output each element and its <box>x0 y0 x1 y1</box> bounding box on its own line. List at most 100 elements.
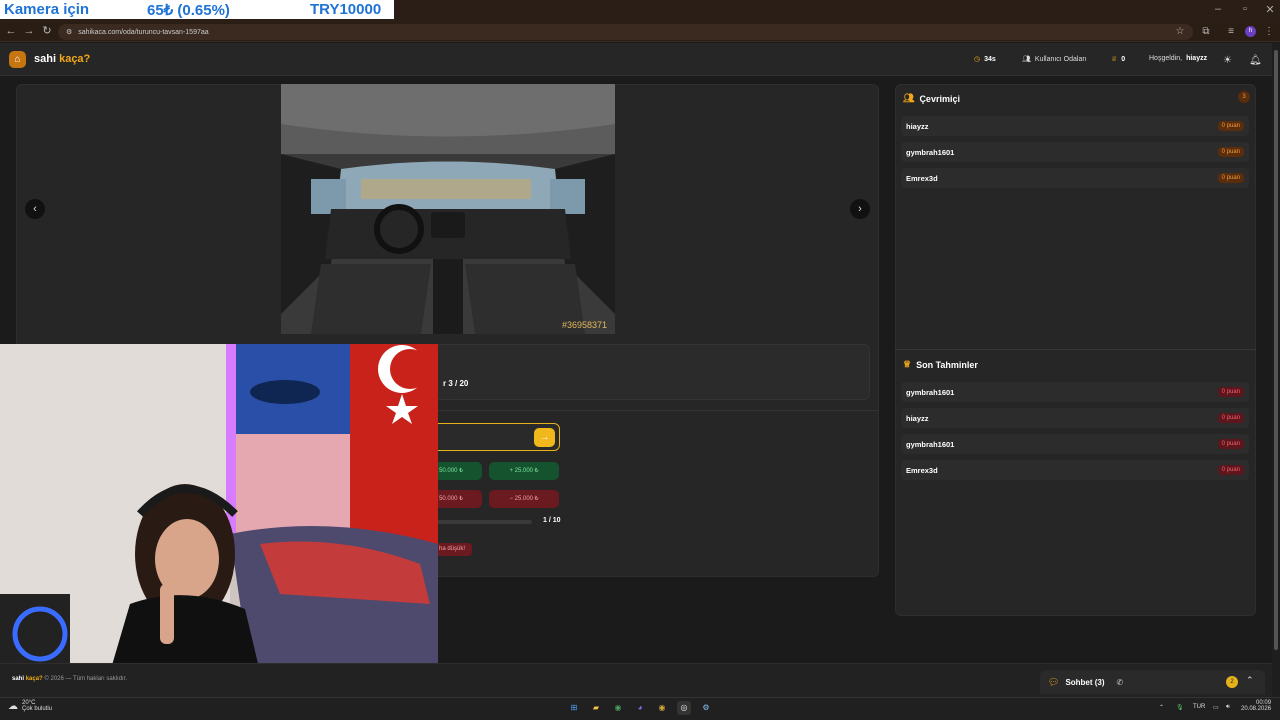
guess-counter: 1 / 10 <box>543 517 561 524</box>
recent-guess-row: gymbrah1601 0 puan <box>901 434 1249 454</box>
welcome-prefix: Hoşgeldin, <box>1149 55 1183 62</box>
online-user-points: 0 puan <box>1217 121 1244 131</box>
streamer-webcam <box>0 344 438 672</box>
scrollbar-thumb[interactable] <box>1274 50 1278 650</box>
recent-guess-name: Emrex3d <box>906 465 938 475</box>
chevron-up-icon[interactable]: ⌃ <box>1246 675 1254 686</box>
welcome-user[interactable]: Hoşgeldin, hiayzz <box>1149 55 1207 62</box>
profile-avatar[interactable]: h <box>1245 26 1256 37</box>
users-icon: 👥︎ <box>903 93 915 103</box>
footer-brand1: sahi <box>12 676 25 682</box>
windows-start-icon[interactable]: ⊞ <box>567 701 581 715</box>
media-icon[interactable]: ≡ <box>1224 25 1238 39</box>
back-icon[interactable]: ← <box>4 24 18 38</box>
online-user-name: hiayzz <box>906 121 929 131</box>
user-rooms-label: Kullanıcı Odaları <box>1034 55 1087 63</box>
online-title: Çevrimiçi <box>919 93 960 104</box>
home-icon[interactable]: ⌂ <box>9 51 26 68</box>
mic-icon[interactable]: 🎙︎ <box>1176 704 1184 711</box>
recent-guess-points: 0 puan <box>1217 387 1244 397</box>
trophy-icon: ♕ <box>903 359 912 369</box>
timer-value: 34s <box>984 55 996 63</box>
online-header: 👥︎ Çevrimiçi <box>903 93 960 104</box>
volume-icon[interactable]: 🔊︎ <box>1226 704 1230 711</box>
weather-widget[interactable]: ☁ 20°C Çok bulutlu <box>8 700 52 712</box>
recent-guess-points: 0 puan <box>1217 413 1244 423</box>
phone-icon[interactable]: ✆ <box>1117 678 1124 687</box>
online-user-points: 0 puan <box>1217 173 1244 183</box>
online-user-row: gymbrah1601 0 puan <box>901 142 1249 162</box>
chat-label: Sohbet (3) <box>1065 677 1105 687</box>
url-text: sahikaca.com/oda/turuncu-tavsan-1597aa <box>78 28 209 36</box>
reload-icon[interactable]: ↻ <box>40 24 54 38</box>
recent-guess-row: gymbrah1601 0 puan <box>901 382 1249 402</box>
recent-guess-row: hiayzz 0 puan <box>901 408 1249 428</box>
minimize-icon[interactable]: – <box>1210 3 1226 15</box>
theme-toggle-icon[interactable]: ☀ <box>1223 55 1232 66</box>
car-photo: #36958371 <box>281 84 615 334</box>
chat-bubble-icon: 💬︎ <box>1048 676 1060 687</box>
footer-copyright: sahi kaça? © 2026 — Tüm hakları saklıdır… <box>12 676 127 682</box>
score-value: 0 <box>1121 55 1126 63</box>
round-progress: r 3 / 20 <box>443 379 469 388</box>
submit-guess-button[interactable]: → <box>534 428 555 447</box>
extensions-icon[interactable]: ⧉ <box>1199 25 1213 39</box>
decrease-25000-button[interactable]: − 25.000 ₺ <box>489 490 559 508</box>
overlay-middle-text: 65₺ (0.65%) <box>147 1 230 19</box>
chat-toggle[interactable]: 💬︎ Sohbet (3) ✆ 2 ⌃ <box>1040 670 1265 694</box>
hint-badge: ha düşük! <box>432 543 472 556</box>
round-info-card <box>420 344 870 400</box>
recent-guess-row: Emrex3d 0 puan <box>901 460 1249 480</box>
clock-date: 20.08.2026 <box>1241 706 1272 712</box>
users-icon: 👥︎ <box>1022 56 1031 63</box>
overlay-left-text: Kamera için <box>4 1 90 18</box>
guess-progress-bar <box>432 520 532 524</box>
logo-part2: kaça? <box>59 53 91 65</box>
stopwatch-icon: ◷ <box>974 56 981 63</box>
network-icon[interactable]: ▭ <box>1213 704 1219 711</box>
user-rooms-link[interactable]: 👥︎ Kullanıcı Odaları <box>1022 55 1087 64</box>
steam-icon[interactable]: ⚙ <box>699 701 713 715</box>
online-count-badge: 3 <box>1238 91 1250 103</box>
system-clock[interactable]: 00:09 20.08.2026 <box>1241 700 1271 712</box>
file-explorer-icon[interactable]: ▰ <box>589 701 603 715</box>
logo-part1: sahi <box>34 53 57 65</box>
notification-bell-icon[interactable]: 🔔︎ <box>1249 55 1262 66</box>
discord-icon[interactable]: ◕ <box>633 701 647 715</box>
recent-guess-points: 0 puan <box>1217 439 1244 449</box>
tray-chevron-icon[interactable]: ⌃ <box>1159 704 1164 711</box>
trophy-icon: ♕ <box>1111 56 1118 63</box>
bookmark-star-icon[interactable]: ☆ <box>1173 25 1187 39</box>
online-user-points: 0 puan <box>1217 147 1244 157</box>
chrome-alt-icon[interactable]: ◉ <box>655 701 669 715</box>
footer-copyright-text: © 2026 — Tüm hakları saklıdır. <box>44 676 128 682</box>
online-user-row: hiayzz 0 puan <box>901 116 1249 136</box>
image-id-label: #36958371 <box>561 320 607 330</box>
recent-guesses-header: ♕ Son Tahminler <box>903 359 978 370</box>
online-user-name: gymbrah1601 <box>906 147 955 157</box>
prev-image-button[interactable]: ‹ <box>25 199 45 219</box>
welcome-username: hiayzz <box>1186 55 1208 62</box>
side-panel-divider <box>895 349 1256 350</box>
maximize-icon[interactable]: ▫ <box>1237 3 1253 15</box>
address-bar[interactable]: ⚙ sahikaca.com/oda/turuncu-tavsan-1597aa <box>58 24 1193 40</box>
online-user-name: Emrex3d <box>906 173 938 183</box>
site-logo[interactable]: sahi kaça? <box>34 53 90 65</box>
side-panel <box>895 84 1256 616</box>
online-user-row: Emrex3d 0 puan <box>901 168 1249 188</box>
forward-icon[interactable]: → <box>22 24 36 38</box>
stream-donation-overlay: Kamera için 65₺ (0.65%) TRY10000 <box>0 0 394 19</box>
recent-guess-name: gymbrah1601 <box>906 387 955 397</box>
site-info-icon[interactable]: ⚙ <box>66 28 72 36</box>
round-timer: ◷ 34s <box>974 55 996 64</box>
obs-icon[interactable]: ◎ <box>677 701 691 715</box>
footer-brand2: kaça? <box>25 676 43 682</box>
recent-guess-name: hiayzz <box>906 413 929 423</box>
close-icon[interactable]: ✕ <box>1262 3 1278 16</box>
chrome-icon[interactable]: ◉ <box>611 701 625 715</box>
increase-25000-button[interactable]: + 25.000 ₺ <box>489 462 559 480</box>
browser-menu-icon[interactable]: ⋮ <box>1262 25 1276 39</box>
language-indicator[interactable]: TUR <box>1193 704 1205 710</box>
next-image-button[interactable]: › <box>850 199 870 219</box>
recent-guesses-title: Son Tahminler <box>916 359 978 370</box>
